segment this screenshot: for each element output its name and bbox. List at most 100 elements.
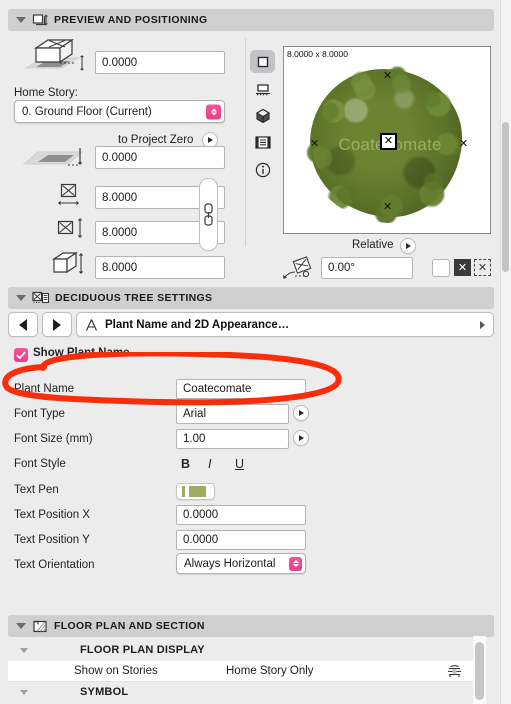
font-size-value: 1.00: [183, 433, 206, 445]
elevation-to-home-story-value: 0.0000: [102, 56, 138, 69]
inner-scrollbar-thumb[interactable]: [475, 642, 484, 700]
hotspot-bottom-icon[interactable]: ✕: [383, 202, 392, 213]
section-header-preview-positioning[interactable]: PREVIEW AND POSITIONING: [8, 9, 494, 31]
chevron-right-icon: [299, 435, 305, 441]
mirror-checkbox[interactable]: [432, 259, 450, 277]
info-button[interactable]: [250, 158, 275, 181]
disclosure-triangle-icon[interactable]: [20, 690, 28, 695]
2d-symbol-view-icon: [257, 56, 268, 67]
anchor-node-dashed-icon[interactable]: ✕: [474, 259, 491, 276]
text-a-icon: [85, 318, 98, 331]
section-title-tree-settings: DECIDUOUS TREE SETTINGS: [55, 292, 213, 304]
preview-size-label: 8.0000 x 8.0000: [287, 49, 348, 59]
view-elevation-button[interactable]: [250, 77, 275, 100]
chevron-right-icon: [208, 137, 214, 143]
show-on-stories-icon[interactable]: [446, 664, 463, 679]
anchor-node-center-icon[interactable]: ✕: [380, 133, 397, 150]
show-on-stories-label: Show on Stories: [74, 665, 158, 677]
text-position-x-input[interactable]: 0.0000: [176, 505, 306, 525]
view-2d-symbol-button[interactable]: [250, 50, 275, 73]
font-size-label: Font Size (mm): [14, 433, 93, 445]
home-story-value: 0. Ground Floor (Current): [22, 105, 152, 118]
rotation-angle-input[interactable]: 0.00°: [321, 257, 413, 279]
anchor-node-icon[interactable]: ✕: [454, 259, 471, 276]
width-dimension-icon: [57, 183, 80, 206]
text-orientation-value: Always Horizontal: [184, 557, 276, 570]
font-type-value: Arial: [183, 408, 207, 420]
section-header-tree-settings[interactable]: DECIDUOUS TREE SETTINGS: [8, 287, 494, 309]
text-position-x-label: Text Position X: [14, 509, 91, 521]
link-dimensions-toggle[interactable]: [199, 178, 218, 251]
home-story-popup[interactable]: 0. Ground Floor (Current): [14, 100, 225, 123]
object-preview[interactable]: 8.0000 x 8.0000 Coatecomate ✕ ✕ ✕ ✕ ✕: [283, 46, 491, 234]
home-story-label: Home Story:: [14, 87, 78, 99]
settings-page-navigator[interactable]: Plant Name and 2D Appearance…: [8, 312, 494, 337]
show-plant-name-checkbox[interactable]: [14, 348, 28, 362]
font-type-label: Font Type: [14, 408, 65, 420]
text-position-y-value: 0.0000: [183, 534, 219, 546]
italic-button[interactable]: I: [208, 457, 211, 471]
panel-scrollbar-track[interactable]: [500, 0, 511, 704]
text-orientation-popup[interactable]: Always Horizontal: [176, 553, 306, 574]
subsection-symbol[interactable]: SYMBOL: [8, 683, 486, 703]
relative-button[interactable]: [400, 238, 416, 254]
subsection-floor-plan-display[interactable]: FLOOR PLAN DISPLAY: [8, 641, 486, 661]
text-position-x-value: 0.0000: [183, 509, 219, 521]
hotspot-right-icon[interactable]: ✕: [459, 139, 468, 150]
elevation-to-project-zero-input[interactable]: 0.0000: [95, 146, 225, 169]
disclosure-triangle-icon[interactable]: [16, 17, 26, 23]
disclosure-triangle-icon[interactable]: [16, 623, 26, 629]
preview-positioning-icon: [32, 13, 48, 26]
font-type-browse-button[interactable]: [293, 405, 309, 421]
pen-color-swatch-icon: [189, 486, 206, 497]
disclosure-triangle-icon[interactable]: [16, 295, 26, 301]
font-type-input[interactable]: Arial: [176, 404, 289, 424]
panel-scrollbar-thumb[interactable]: [502, 122, 509, 272]
nav-previous-button[interactable]: [8, 312, 38, 337]
underline-button[interactable]: U: [235, 457, 244, 471]
preview-list-icon: [254, 136, 271, 149]
preview-list-button[interactable]: [250, 131, 275, 154]
font-size-browse-button[interactable]: [293, 430, 309, 446]
nav-previous-icon: [19, 318, 27, 331]
settings-page-selector[interactable]: Plant Name and 2D Appearance…: [76, 312, 494, 337]
rotate-object-icon: [283, 256, 312, 279]
section-title-floor-plan: FLOOR PLAN AND SECTION: [54, 620, 205, 632]
text-position-y-input[interactable]: 0.0000: [176, 530, 306, 550]
text-pen-label: Text Pen: [14, 484, 59, 496]
chain-link-icon: [204, 202, 213, 226]
view-3d-button[interactable]: [250, 104, 275, 127]
panel-divider: [245, 38, 246, 246]
home-story-stepper-icon[interactable]: [206, 104, 221, 119]
font-size-input[interactable]: 1.00: [176, 429, 289, 449]
text-pen-button[interactable]: [176, 483, 215, 500]
plant-name-label: Plant Name: [14, 383, 75, 395]
project-zero-plane-icon: [22, 148, 84, 166]
3d-view-icon: [255, 108, 270, 123]
depth-value: 8.0000: [102, 226, 138, 239]
height-value: 8.0000: [102, 261, 138, 274]
section-header-floor-plan[interactable]: FLOOR PLAN AND SECTION: [8, 615, 494, 637]
show-plant-name-label: Show Plant Name: [33, 347, 130, 359]
box-on-story-icon: [24, 38, 84, 71]
text-orientation-stepper-icon[interactable]: [289, 556, 302, 571]
table-row[interactable]: Show on Stories Home Story Only: [8, 661, 486, 682]
text-position-y-label: Text Position Y: [14, 534, 90, 546]
height-dimension-icon: [52, 251, 84, 275]
hotspot-top-icon[interactable]: ✕: [383, 71, 392, 82]
plant-name-value: Coatecomate: [183, 383, 252, 395]
elevation-to-home-story-input[interactable]: 0.0000: [95, 51, 225, 74]
depth-dimension-icon: [57, 217, 83, 239]
nav-next-button[interactable]: [42, 312, 72, 337]
nav-next-icon: [53, 318, 61, 331]
elevation-to-project-zero-value: 0.0000: [102, 151, 138, 164]
disclosure-triangle-icon[interactable]: [20, 648, 28, 653]
text-orientation-label: Text Orientation: [14, 559, 95, 571]
plant-name-input[interactable]: Coatecomate: [176, 379, 306, 399]
chevron-right-icon: [406, 243, 412, 249]
relative-label: Relative: [352, 239, 394, 251]
show-on-stories-value: Home Story Only: [226, 665, 314, 677]
height-input[interactable]: 8.0000: [95, 256, 225, 279]
hotspot-left-icon[interactable]: ✕: [310, 139, 319, 150]
bold-button[interactable]: B: [181, 457, 190, 471]
